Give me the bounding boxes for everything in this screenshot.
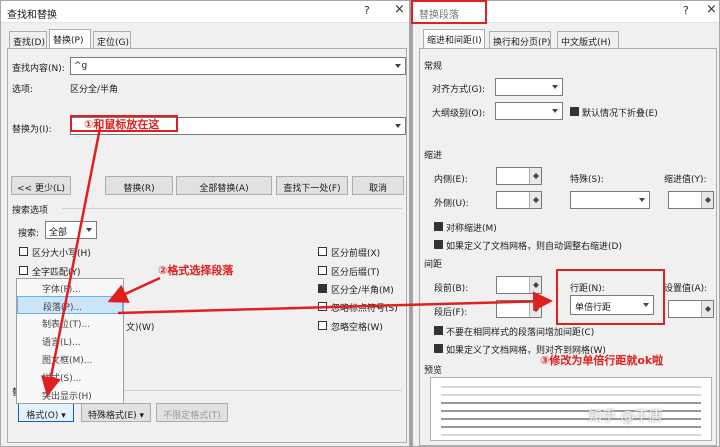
annotation-step-3: ③修改为单倍行距就ok啦 xyxy=(540,354,664,367)
annotation-step-1: ①和鼠标放在这 xyxy=(84,118,160,131)
arrow-to-format-button xyxy=(41,127,102,397)
arrow-to-paragraph-item xyxy=(107,276,161,303)
annotation-step-2: ②格式选择段落 xyxy=(158,264,234,277)
annotation-arrows xyxy=(41,127,553,397)
watermark: 知乎 @不唐 xyxy=(588,409,663,425)
arrow-to-line-spacing xyxy=(117,291,553,315)
